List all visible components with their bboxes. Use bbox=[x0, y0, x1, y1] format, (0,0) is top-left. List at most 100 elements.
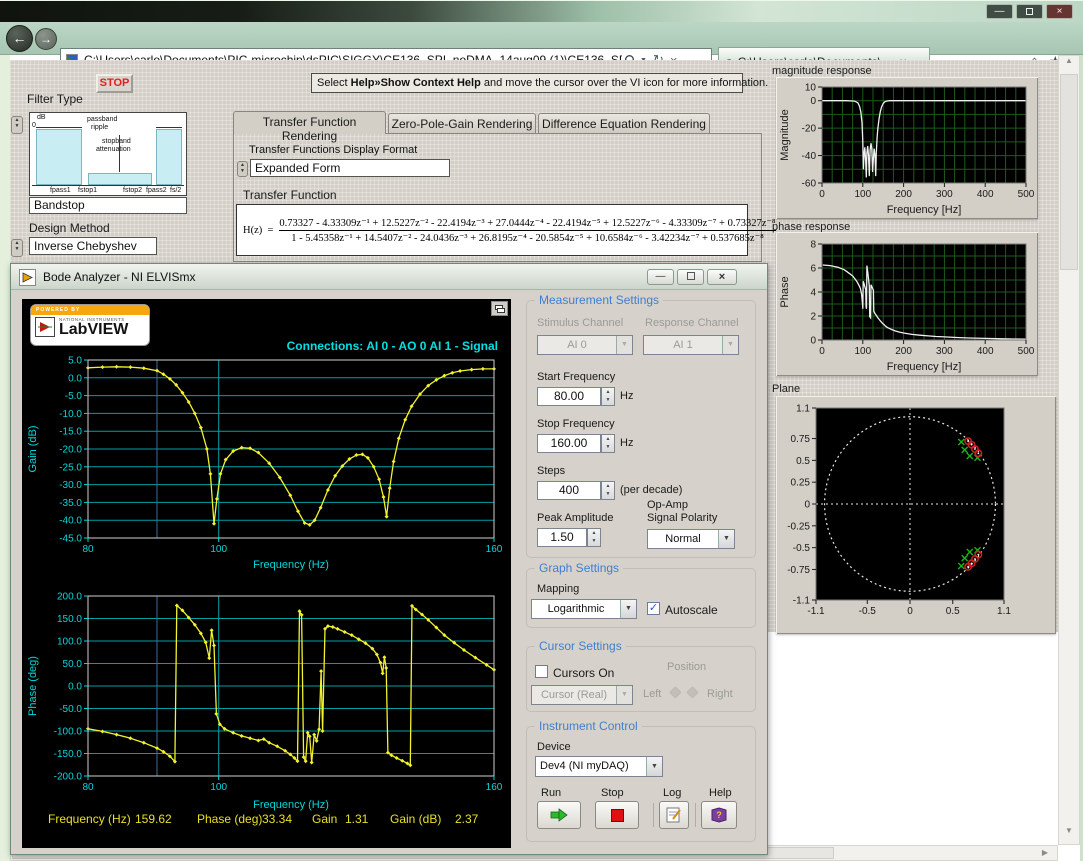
screen: — × ← → C:\Users\carlo\Documents\PIC-mic… bbox=[0, 0, 1083, 861]
filter-type-diagram: dB 0 passband ripple stopband attenuatio… bbox=[29, 112, 187, 196]
response-dropdown-icon: ▼ bbox=[722, 336, 738, 354]
peak-amplitude-spinner[interactable]: ▲▼ bbox=[587, 528, 601, 547]
diagram-fs2: fs/2 bbox=[170, 187, 181, 194]
bode-window-titlebar[interactable]: Bode Analyzer - NI ELVISmx — × bbox=[11, 264, 767, 290]
stop-button[interactable] bbox=[595, 801, 639, 829]
device-value: Dev4 (NI myDAQ) bbox=[536, 757, 646, 776]
diagram-passband-ripple-label: passband bbox=[87, 116, 117, 123]
vertical-scrollbar-thumb[interactable] bbox=[1060, 74, 1078, 270]
autoscale-checkbox[interactable]: ✓ bbox=[647, 602, 660, 615]
svg-text:-0.25: -0.25 bbox=[787, 521, 810, 532]
start-frequency-field[interactable]: 80.00 bbox=[537, 387, 601, 406]
stop-frequency-field[interactable]: 160.00 bbox=[537, 434, 601, 453]
diagram-fstop1: fstop1 bbox=[78, 187, 97, 194]
help-tip-text: Select bbox=[317, 77, 351, 89]
scroll-up-icon[interactable]: ▲ bbox=[1059, 56, 1079, 72]
tab-difference-equation-rendering[interactable]: Difference Equation Rendering bbox=[538, 113, 710, 134]
svg-text:4: 4 bbox=[810, 288, 816, 299]
scroll-right-icon[interactable]: ▶ bbox=[1034, 846, 1056, 860]
display-format-select[interactable]: Expanded Form bbox=[250, 159, 450, 177]
svg-text:0: 0 bbox=[804, 500, 810, 511]
svg-text:-1.1: -1.1 bbox=[793, 596, 811, 607]
filter-type-spinner[interactable]: ▲▼ bbox=[11, 116, 23, 134]
stop-frequency-spinner[interactable]: ▲▼ bbox=[601, 434, 615, 453]
opamp-polarity-select[interactable]: Normal▼ bbox=[647, 529, 735, 549]
svg-text:500: 500 bbox=[1018, 346, 1035, 357]
start-frequency-spinner[interactable]: ▲▼ bbox=[601, 387, 615, 406]
steps-field[interactable]: 400 bbox=[537, 481, 601, 500]
mapping-select[interactable]: Logarithmic▼ bbox=[531, 599, 637, 619]
help-button[interactable]: ? bbox=[701, 801, 737, 829]
filter-type-select[interactable]: Bandstop bbox=[29, 197, 187, 214]
vi-stop-button[interactable]: STOP bbox=[96, 74, 133, 93]
svg-text:200: 200 bbox=[895, 189, 912, 200]
connections-text: Connections: AI 0 - AO 0 AI 1 - Signal bbox=[240, 339, 498, 353]
svg-text:100: 100 bbox=[210, 544, 227, 555]
bode-close-button[interactable]: × bbox=[707, 269, 737, 285]
tab-zero-pole-gain-rendering[interactable]: Zero-Pole-Gain Rendering bbox=[388, 113, 536, 134]
design-method-spinner[interactable]: ▲▼ bbox=[11, 239, 23, 257]
svg-text:300: 300 bbox=[936, 346, 953, 357]
cursor-left-diamond-icon[interactable]: ◆ bbox=[670, 683, 681, 700]
bode-minimize-button[interactable]: — bbox=[647, 269, 674, 285]
cursor-value: Cursor (Real) bbox=[532, 686, 616, 704]
svg-text:80: 80 bbox=[82, 544, 94, 555]
tab-transfer-function-rendering[interactable]: Transfer Function Rendering bbox=[233, 111, 386, 134]
run-button[interactable] bbox=[537, 801, 581, 829]
diagram-line bbox=[156, 127, 182, 128]
svg-text:6: 6 bbox=[810, 264, 816, 275]
forward-button[interactable]: → bbox=[35, 28, 57, 50]
labview-logo-powered: POWERED BY bbox=[31, 305, 149, 315]
measurement-settings-group: Measurement Settings Stimulus Channel Re… bbox=[526, 300, 756, 558]
stop-square-icon bbox=[611, 809, 624, 822]
svg-text:0: 0 bbox=[907, 606, 913, 617]
bode-window-title: Bode Analyzer - NI ELVISmx bbox=[43, 270, 196, 284]
scroll-down-icon[interactable]: ▼ bbox=[1059, 826, 1079, 842]
readout-gain-value: 1.31 bbox=[345, 812, 368, 826]
readout-gaindb-value: 2.37 bbox=[455, 812, 478, 826]
svg-text:-40.0: -40.0 bbox=[59, 516, 82, 527]
cursor-settings-group: Cursor Settings Cursors On Position Curs… bbox=[526, 646, 756, 712]
opamp-polarity-value: Normal bbox=[648, 530, 718, 548]
diagram-axis bbox=[32, 185, 184, 186]
help-book-icon: ? bbox=[710, 807, 728, 823]
window-minimize-button[interactable]: — bbox=[986, 4, 1013, 19]
svg-text:0.75: 0.75 bbox=[791, 434, 811, 445]
svg-text:0.5: 0.5 bbox=[946, 606, 960, 617]
device-select[interactable]: Dev4 (NI myDAQ)▼ bbox=[535, 756, 663, 777]
cursors-on-checkbox[interactable] bbox=[535, 665, 548, 678]
svg-text:-5.0: -5.0 bbox=[65, 391, 83, 402]
back-button[interactable]: ← bbox=[6, 25, 33, 52]
position-label: Position bbox=[667, 661, 706, 673]
z-plane-frame: -1.1-0.500.51.11.10.750.50.250-0.25-0.5-… bbox=[776, 396, 1056, 634]
svg-text:Magnitude: Magnitude bbox=[779, 109, 791, 160]
svg-text:100.0: 100.0 bbox=[57, 637, 82, 648]
bode-maximize-button[interactable] bbox=[677, 269, 704, 285]
response-channel-label: Response Channel bbox=[645, 317, 739, 329]
log-button[interactable] bbox=[659, 801, 689, 829]
phase-response-frame: 010020030040050086420Frequency [Hz]Phase bbox=[776, 232, 1038, 376]
steps-spinner[interactable]: ▲▼ bbox=[601, 481, 615, 500]
window-maximize-button[interactable] bbox=[1016, 4, 1043, 19]
phase-bode-chart: 80100160200.0150.0100.050.00.0-50.0-100.… bbox=[24, 588, 508, 824]
window-close-button[interactable]: × bbox=[1046, 4, 1073, 19]
display-format-spinner[interactable]: ▲▼ bbox=[237, 161, 248, 177]
svg-text:-25.0: -25.0 bbox=[59, 462, 82, 473]
mapping-label: Mapping bbox=[537, 583, 579, 595]
bode-maximize-icon bbox=[687, 272, 695, 280]
panel-restore-icon[interactable] bbox=[491, 301, 508, 316]
svg-text:-200.0: -200.0 bbox=[54, 772, 83, 783]
stop-frequency-unit: Hz bbox=[620, 437, 633, 449]
svg-text:0.0: 0.0 bbox=[68, 682, 82, 693]
design-method-select[interactable]: Inverse Chebyshev bbox=[29, 237, 157, 255]
forward-arrow-icon: → bbox=[40, 32, 52, 46]
stimulus-dropdown-icon: ▼ bbox=[616, 336, 632, 354]
peak-amplitude-field[interactable]: 1.50 bbox=[537, 528, 587, 547]
svg-text:-15.0: -15.0 bbox=[59, 427, 82, 438]
svg-text:-10.0: -10.0 bbox=[59, 409, 82, 420]
cursor-right-diamond-icon[interactable]: ◆ bbox=[687, 683, 698, 700]
display-format-label: Transfer Functions Display Format bbox=[249, 144, 417, 156]
svg-text:Phase: Phase bbox=[779, 276, 791, 307]
steps-unit: (per decade) bbox=[620, 484, 682, 496]
steps-label: Steps bbox=[537, 465, 565, 477]
